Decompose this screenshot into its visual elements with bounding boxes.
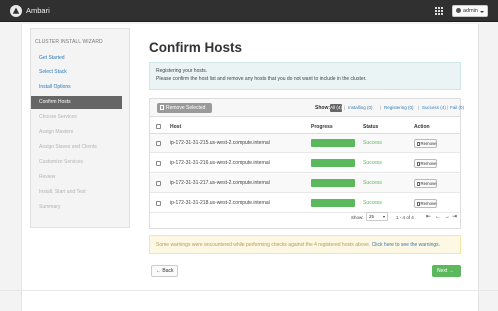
pager-range: 1 - 4 of 4	[396, 215, 414, 220]
row-checkbox[interactable]	[156, 161, 161, 166]
info-text-line-1: Registering your hosts.	[156, 68, 208, 74]
sidebar-step-review: Review	[39, 174, 56, 180]
warnings-link[interactable]: Click here to see the warnings.	[372, 242, 440, 248]
host-progress-bar	[311, 179, 355, 187]
sidebar-step-confirm-hosts[interactable]: Confirm Hosts	[31, 96, 122, 109]
remove-host-button[interactable]: Remove	[414, 159, 437, 168]
sidebar-step-choose-services: Choose Services	[39, 114, 77, 120]
host-progress-fill	[311, 179, 355, 187]
remove-host-label: Remove	[420, 201, 437, 206]
remove-selected-label: Remove Selected	[166, 105, 206, 111]
host-name[interactable]: ip-172-31-31-217.us-west-2.compute.inter…	[170, 180, 270, 186]
page-size-select[interactable]: 25	[366, 212, 388, 221]
filter-success[interactable]: Success (4)	[422, 105, 446, 110]
trash-icon	[416, 182, 420, 186]
host-progress-fill	[311, 199, 355, 207]
filter-divider: |	[447, 105, 449, 110]
remove-host-label: Remove	[420, 181, 437, 186]
ambari-logo-icon[interactable]	[10, 5, 22, 17]
table-row: ip-172-31-31-216.us-west-2.compute.inter…	[150, 154, 460, 173]
remove-host-button[interactable]: Remove	[414, 179, 437, 188]
column-header-host[interactable]: Host	[170, 124, 181, 130]
row-checkbox[interactable]	[156, 201, 161, 206]
table-row: ip-172-31-31-218.us-west-2.compute.inter…	[150, 194, 460, 213]
row-checkbox[interactable]	[156, 181, 161, 186]
caret-down-icon	[480, 10, 484, 13]
sidebar-step-install-options[interactable]: Install Options	[31, 81, 122, 94]
filter-show-label: Show:	[315, 105, 330, 111]
table-row: ip-172-31-31-217.us-west-2.compute.inter…	[150, 174, 460, 193]
info-text-line-2: Please confirm the host list and remove …	[156, 76, 367, 82]
info-alert: Registering your hosts. Please confirm t…	[149, 62, 461, 90]
host-name[interactable]: ip-172-31-31-218.us-west-2.compute.inter…	[170, 200, 270, 206]
host-progress-bar	[311, 139, 355, 147]
hosts-panel-header: Remove Selected Show: All (4) | Installi…	[150, 99, 464, 117]
host-status[interactable]: Success	[363, 140, 382, 146]
filter-fail[interactable]: Fail (0)	[450, 105, 464, 110]
grid-icon[interactable]	[435, 7, 443, 15]
sidebar-title: CLUSTER INSTALL WIZARD	[35, 39, 103, 45]
warning-alert: Some warnings were encountered while per…	[149, 235, 461, 254]
sidebar-step-customize-services: Customize Services	[39, 159, 84, 165]
trash-icon	[416, 142, 420, 146]
trash-icon	[416, 162, 420, 166]
column-header-status: Status	[363, 124, 379, 130]
warning-text: Some warnings were encountered while per…	[156, 242, 371, 248]
remove-host-button[interactable]: Remove	[414, 139, 437, 148]
column-header-progress: Progress	[311, 124, 333, 130]
host-status[interactable]: Success	[363, 160, 382, 166]
column-header-action: Action	[414, 124, 430, 130]
sidebar-step-install-start-test: Install, Start and Test	[39, 189, 86, 195]
page-title: Confirm Hosts	[149, 40, 243, 55]
sidebar-step-assign-masters: Assign Masters	[39, 129, 74, 135]
host-name[interactable]: ip-172-31-31-215.us-west-2.compute.inter…	[170, 140, 270, 146]
host-name[interactable]: ip-172-31-31-216.us-west-2.compute.inter…	[170, 160, 270, 166]
remove-host-button[interactable]: Remove	[414, 199, 437, 208]
pager-show-label: Show:	[351, 215, 364, 220]
host-status[interactable]: Success	[363, 200, 382, 206]
filter-divider: |	[344, 105, 346, 110]
host-progress-fill	[311, 139, 355, 147]
table-row: ip-172-31-31-215.us-west-2.compute.inter…	[150, 134, 460, 153]
back-button[interactable]: ← Back	[151, 265, 178, 277]
first-page-icon[interactable]: ⇤	[426, 214, 431, 220]
host-progress-fill	[311, 159, 355, 167]
sidebar-step-select-stack[interactable]: Select Stack	[31, 66, 122, 79]
trash-icon	[160, 105, 164, 110]
user-menu-label: admin	[463, 8, 478, 14]
wizard-sidebar: CLUSTER INSTALL WIZARD Get Started Selec…	[30, 28, 130, 228]
trash-icon	[416, 202, 420, 206]
select-all-checkbox[interactable]	[156, 124, 161, 129]
filter-all[interactable]: All (4)	[330, 103, 342, 112]
sidebar-step-assign-slaves: Assign Slaves and Clients	[39, 144, 97, 150]
chevron-down-icon	[383, 216, 385, 218]
host-progress-bar	[311, 159, 355, 167]
previous-page-icon[interactable]: ←	[435, 214, 441, 220]
remove-host-label: Remove	[420, 141, 437, 146]
remove-host-label: Remove	[420, 161, 437, 166]
hosts-panel: Remove Selected Show: All (4) | Installi…	[149, 98, 464, 229]
next-button[interactable]: Next →	[432, 265, 461, 277]
user-menu-button[interactable]: admin	[452, 5, 488, 17]
host-progress-bar	[311, 199, 355, 207]
top-navbar: Ambari admin	[0, 0, 498, 22]
remove-selected-button[interactable]: Remove Selected	[157, 103, 212, 113]
filter-divider: |	[418, 105, 420, 110]
page-size-value: 25	[369, 214, 375, 219]
filter-divider: |	[380, 105, 382, 110]
user-icon	[456, 8, 461, 13]
next-page-icon[interactable]: →	[444, 214, 450, 220]
app-title[interactable]: Ambari	[26, 6, 50, 15]
filter-registering[interactable]: Registering (0)	[384, 105, 414, 110]
sidebar-step-get-started[interactable]: Get Started	[31, 52, 122, 65]
row-checkbox[interactable]	[156, 141, 161, 146]
footer-divider	[0, 290, 498, 291]
last-page-icon[interactable]: ⇥	[452, 214, 457, 220]
filter-installing[interactable]: Installing (0)	[348, 105, 373, 110]
host-status[interactable]: Success	[363, 180, 382, 186]
sidebar-step-summary: Summary	[39, 204, 61, 210]
